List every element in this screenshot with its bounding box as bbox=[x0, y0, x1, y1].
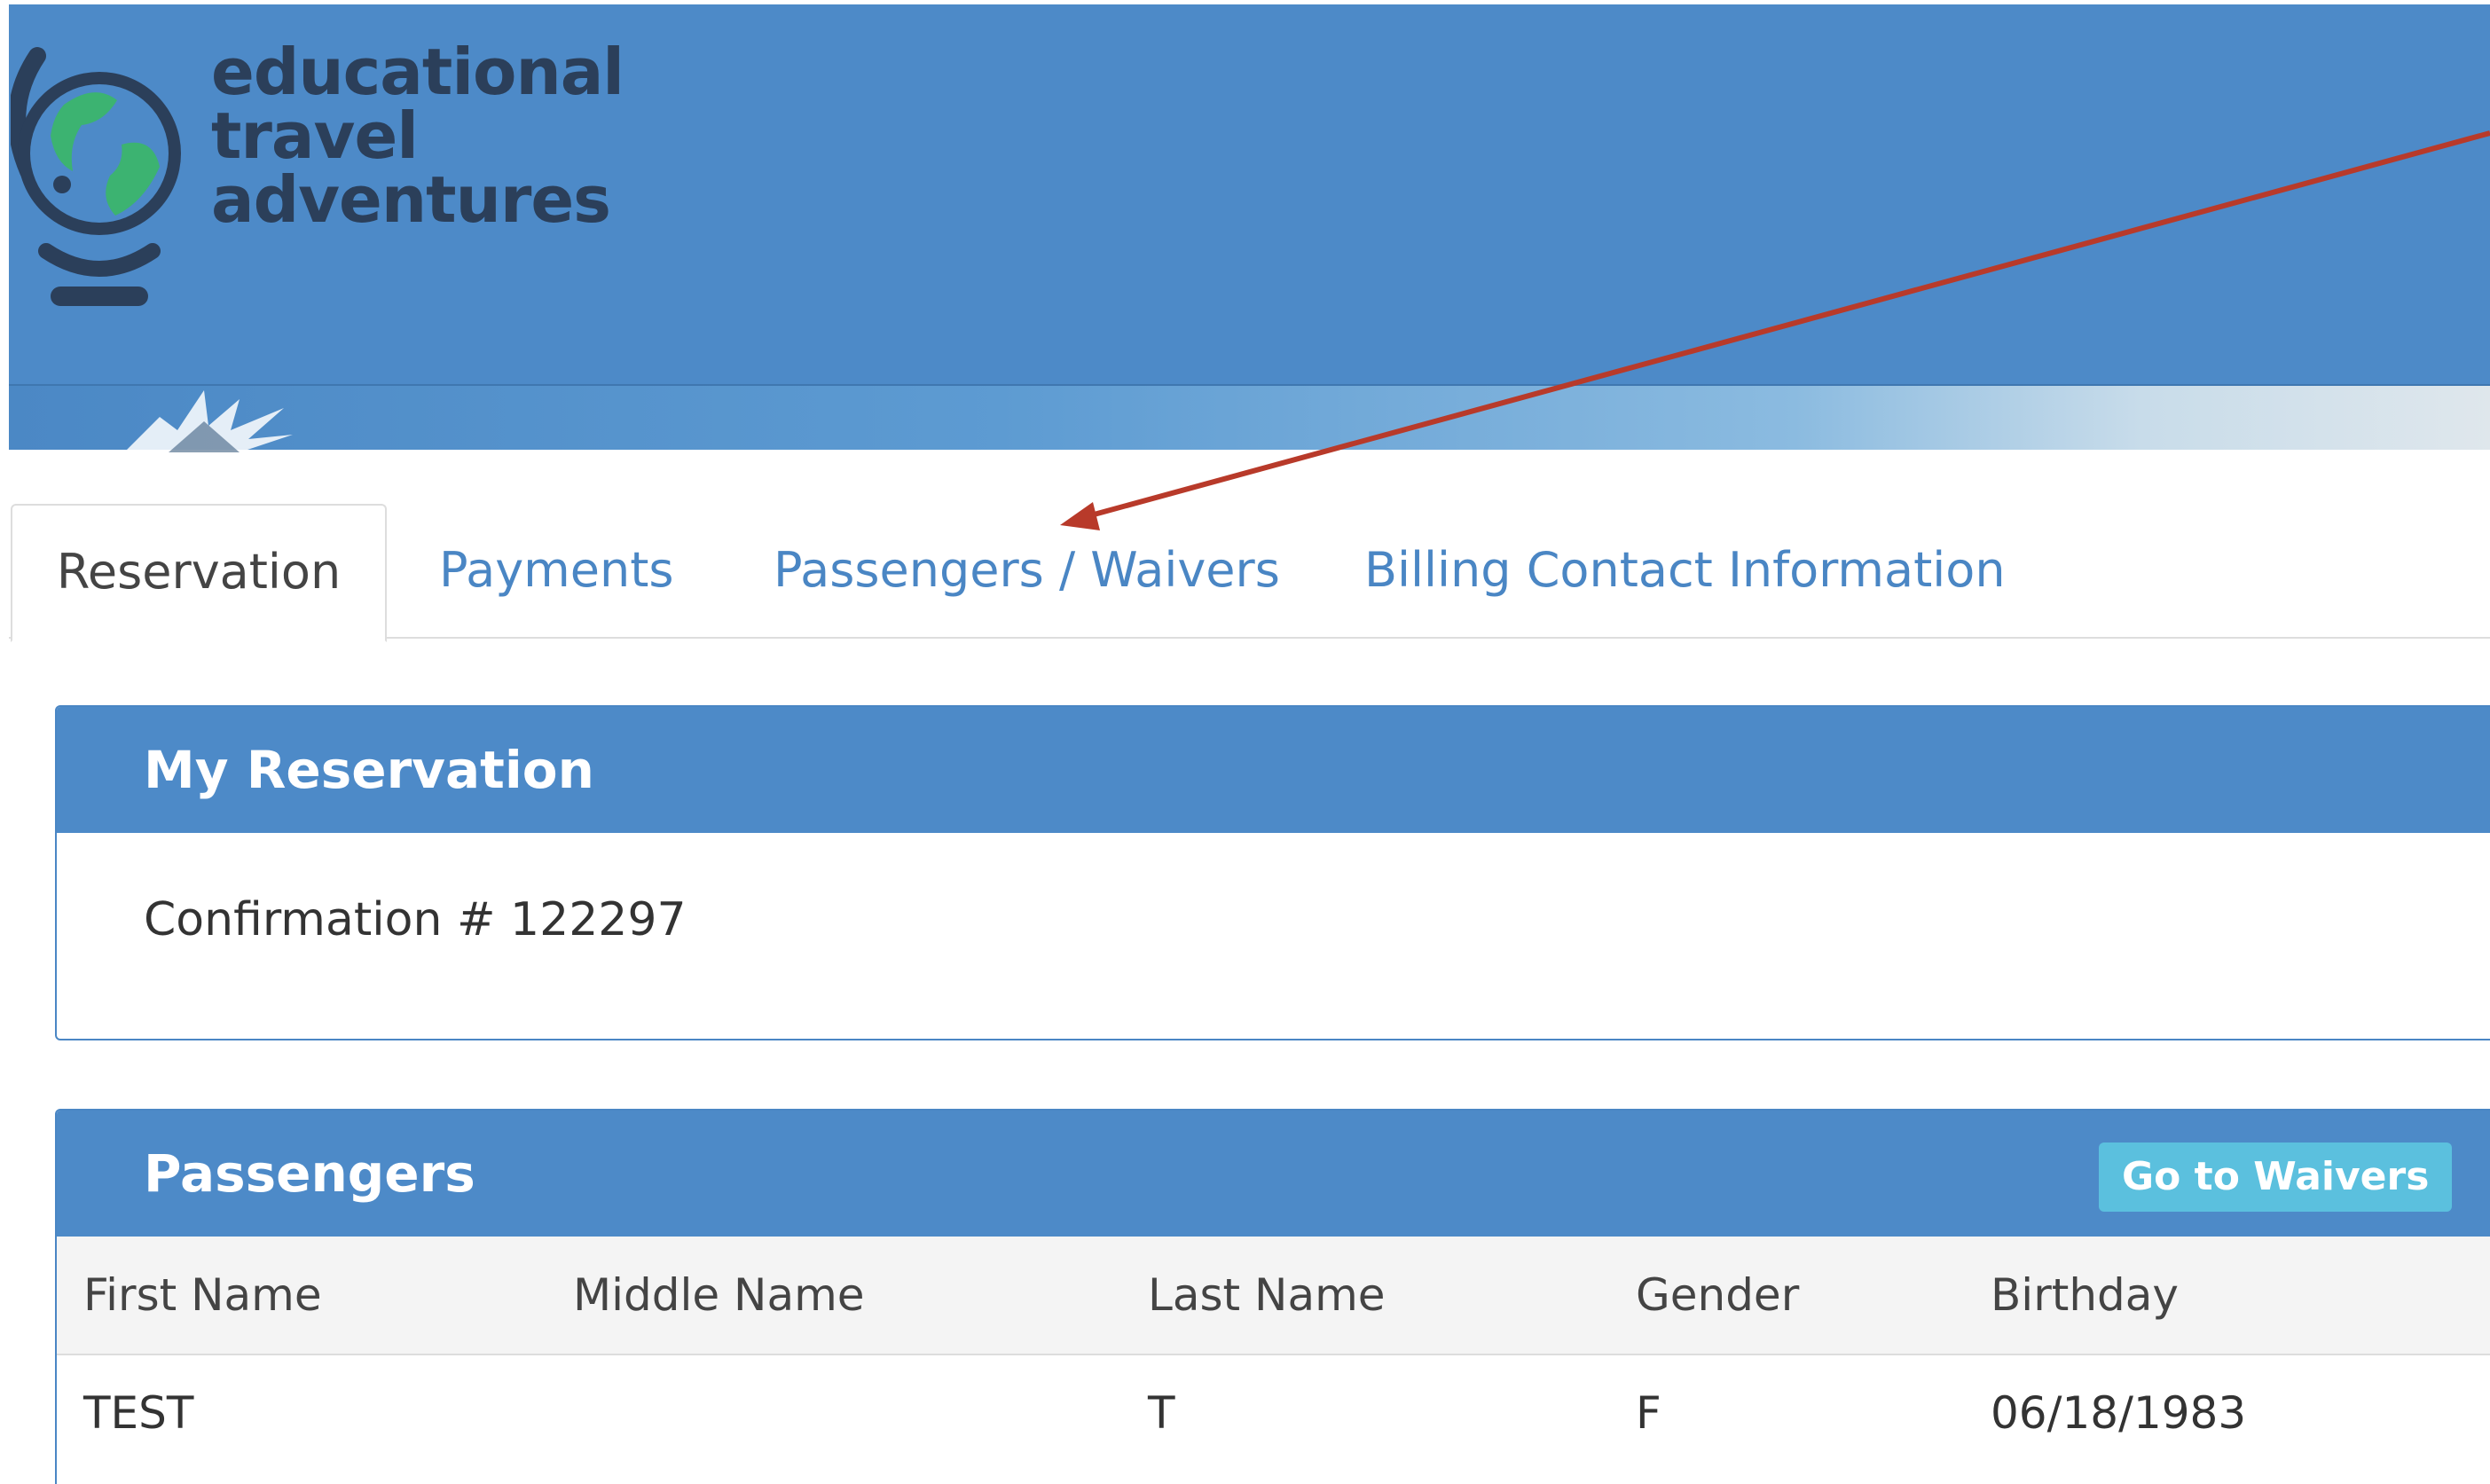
passenger-gender: F bbox=[1636, 1387, 1661, 1439]
globe-logo-icon bbox=[11, 47, 181, 306]
brand-line-3: adventures bbox=[211, 162, 611, 237]
site-header: educational travel adventures bbox=[9, 4, 2490, 386]
brand-line-1: educational bbox=[211, 35, 624, 109]
tab-passengers-waivers[interactable]: Passengers / Waivers bbox=[774, 504, 1280, 637]
confirmation-number: Confirmation # 122297 bbox=[144, 893, 687, 946]
column-header-first-name: First Name bbox=[83, 1269, 322, 1321]
column-header-middle-name: Middle Name bbox=[573, 1269, 865, 1321]
my-reservation-header: My Reservation bbox=[57, 707, 2490, 833]
column-header-last-name: Last Name bbox=[1148, 1269, 1386, 1321]
tab-bar: Reservation Payments Passengers / Waiver… bbox=[9, 504, 2490, 642]
go-to-waivers-button[interactable]: Go to Waivers bbox=[2099, 1142, 2453, 1212]
my-reservation-panel: My Reservation Confirmation # 122297 bbox=[55, 705, 2490, 1040]
tab-payments[interactable]: Payments bbox=[439, 504, 674, 637]
passengers-title: Passengers bbox=[144, 1143, 475, 1204]
my-reservation-title: My Reservation bbox=[144, 740, 594, 800]
brand-name: educational travel adventures bbox=[211, 40, 624, 232]
passengers-header: Passengers Go to Waivers bbox=[57, 1111, 2490, 1237]
passengers-panel: Passengers Go to Waivers First Name Midd… bbox=[55, 1109, 2490, 1484]
column-header-gender: Gender bbox=[1636, 1269, 1800, 1321]
column-header-birthday: Birthday bbox=[1991, 1269, 2180, 1321]
passenger-first-name: TEST bbox=[83, 1387, 194, 1439]
passenger-birthday: 06/18/1983 bbox=[1991, 1387, 2247, 1439]
passenger-last-name: T bbox=[1148, 1387, 1175, 1439]
statue-of-liberty-crown-icon bbox=[124, 390, 293, 452]
tab-reservation[interactable]: Reservation bbox=[11, 504, 387, 642]
passengers-table-header: First Name Middle Name Last Name Gender … bbox=[57, 1237, 2490, 1355]
tab-billing-contact-information[interactable]: Billing Contact Information bbox=[1364, 504, 2006, 637]
brand-line-2: travel bbox=[211, 98, 419, 173]
table-row: TEST T F 06/18/1983 bbox=[57, 1355, 2490, 1471]
